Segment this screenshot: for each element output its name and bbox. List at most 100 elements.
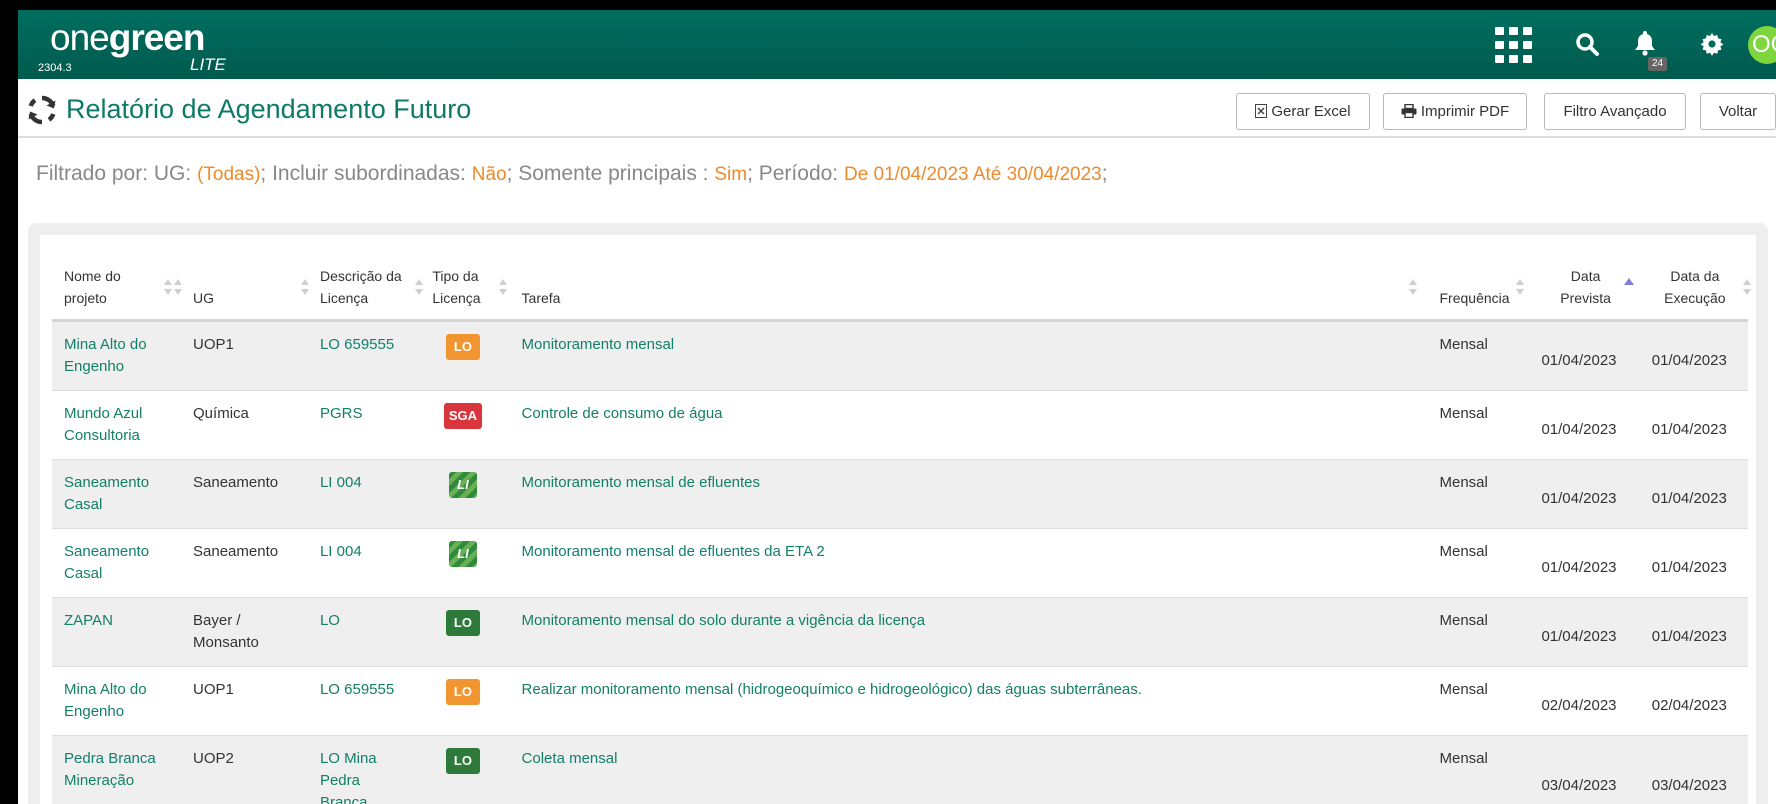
ug-cell: Saneamento [181, 459, 308, 529]
col-header-ug[interactable]: UG [174, 248, 308, 322]
ug-cell: Bayer / Monsanto [181, 597, 308, 667]
license-description-link[interactable]: LO Mina Pedra Branca [307, 735, 421, 804]
task-link[interactable]: Monitoramento mensal de efluentes da ETA… [503, 528, 1428, 598]
col-label-data-prevista: Data Prevista [1560, 267, 1611, 306]
advanced-filter-button[interactable]: Filtro Avançado [1544, 93, 1686, 130]
table-body: Mina Alto do Engenho UOP1 LO 659555 LO Monit… [52, 320, 1748, 804]
filter-end: ; [1101, 162, 1108, 185]
col-label-projeto: Nome do projeto [64, 267, 121, 306]
table-row: Mina Alto do Engenho UOP1 LO 659555 LO Reali… [52, 666, 1748, 736]
table-row: ZAPAN Bayer / Monsanto LO LO Monitoramento m… [52, 597, 1748, 667]
export-excel-button[interactable]: Gerar Excel [1236, 93, 1370, 130]
table-row: Mina Alto do Engenho UOP1 LO 659555 LO Monit… [52, 320, 1748, 391]
execution-date-cell: 01/04/2023 [1639, 320, 1748, 391]
planned-date-cell: 01/04/2023 [1529, 597, 1640, 667]
export-excel-label: Gerar Excel [1271, 103, 1351, 120]
frequency-cell: Mensal [1427, 459, 1530, 529]
license-description-link[interactable]: LO 659555 [307, 320, 421, 391]
task-link[interactable]: Monitoramento mensal [503, 320, 1428, 391]
task-link[interactable]: Coleta mensal [503, 735, 1428, 804]
task-link[interactable]: Monitoramento mensal de efluentes [503, 459, 1428, 529]
col-header-tarefa[interactable]: Tarefa [498, 248, 1428, 322]
project-name-link[interactable]: Saneamento Casal [52, 528, 182, 598]
license-type-cell: LO [420, 597, 504, 667]
project-name-link[interactable]: Pedra Branca Mineração [52, 735, 182, 804]
license-description-link[interactable]: LI 004 [307, 528, 421, 598]
col-label-data-execucao: Data da Execução [1664, 267, 1726, 306]
project-name-link[interactable]: Saneamento Casal [52, 459, 182, 529]
execution-date-cell: 01/04/2023 [1639, 597, 1748, 667]
license-type-cell: LO [420, 735, 504, 804]
execution-date-cell: 01/04/2023 [1639, 390, 1748, 460]
sort-both-icon [498, 279, 507, 295]
sort-ascending-icon [1623, 278, 1634, 285]
apps-grid-icon[interactable] [1495, 27, 1533, 65]
frequency-cell: Mensal [1427, 390, 1530, 460]
col-label-tarefa: Tarefa [521, 289, 561, 306]
bell-icon[interactable]: 24 [1632, 29, 1668, 71]
table-header-row: Nome do projeto UG Descrição da Licença … [52, 248, 1751, 322]
sort-both-icon [1743, 279, 1751, 295]
col-header-frequencia[interactable]: Frequência [1408, 248, 1530, 322]
table-row: Saneamento Casal Saneamento LI 004 LI Monito… [52, 528, 1748, 598]
license-type-badge: SGA [443, 402, 483, 429]
refresh-icon[interactable] [26, 94, 58, 126]
license-type-badge: LO [445, 747, 480, 774]
planned-date-cell: 01/04/2023 [1529, 320, 1640, 391]
col-header-data-prevista[interactable]: Data Prevista [1516, 248, 1640, 322]
back-button[interactable]: Voltar [1700, 93, 1776, 130]
ug-cell: UOP1 [181, 666, 308, 736]
filter-sep-1: ; Incluir subordinadas: [260, 162, 472, 185]
col-label-tipo: Tipo da Licença [432, 267, 481, 306]
search-icon[interactable] [1575, 32, 1601, 58]
ug-cell: Saneamento [181, 528, 308, 598]
ug-cell: UOP2 [181, 735, 308, 804]
execution-date-cell: 01/04/2023 [1639, 528, 1748, 598]
user-avatar[interactable]: OG [1748, 26, 1776, 64]
sort-both-icon [300, 279, 309, 295]
project-name-link[interactable]: Mina Alto do Engenho [52, 320, 182, 391]
col-header-tipo[interactable]: Tipo da Licença [415, 248, 504, 322]
frequency-cell: Mensal [1427, 597, 1530, 667]
project-name-link[interactable]: Mundo Azul Consultoria [52, 390, 182, 460]
col-label-descricao: Descrição da Licença [319, 267, 402, 306]
table-row: Pedra Branca Mineração UOP2 LO Mina Pedra … [52, 735, 1748, 804]
license-description-link[interactable]: LO [307, 597, 421, 667]
table-row: Mundo Azul Consultoria Química PGRS SGA Cont… [52, 390, 1748, 460]
col-header-projeto[interactable]: Nome do projeto [52, 248, 182, 322]
report-table: Nome do projeto UG Descrição da Licença … [52, 248, 1751, 804]
col-header-descricao[interactable]: Descrição da Licença [300, 248, 421, 322]
print-pdf-label: Imprimir PDF [1420, 103, 1510, 120]
license-description-link[interactable]: LO 659555 [307, 666, 421, 736]
notification-badge: 24 [1648, 57, 1668, 71]
col-header-data-execucao[interactable]: Data da Execução [1639, 248, 1751, 322]
table-row: Saneamento Casal Saneamento LI 004 LI Monito… [52, 459, 1748, 529]
logo-lite-text: LITE [190, 55, 226, 74]
license-type-badge: LO [445, 678, 480, 705]
print-pdf-button[interactable]: Imprimir PDF [1383, 93, 1527, 130]
frequency-cell: Mensal [1427, 735, 1530, 804]
execution-date-cell: 01/04/2023 [1639, 459, 1748, 529]
task-link[interactable]: Monitoramento mensal do solo durante a v… [503, 597, 1428, 667]
filter-subordinadas-value: Não [471, 164, 507, 185]
filter-ug-value: (Todas) [197, 164, 261, 185]
project-name-link[interactable]: ZAPAN [52, 597, 182, 667]
frequency-cell: Mensal [1427, 320, 1530, 391]
logo-one-text: one [50, 17, 110, 58]
planned-date-cell: 01/04/2023 [1529, 459, 1640, 529]
filter-prefix: Filtrado por: UG: [36, 162, 198, 185]
planned-date-cell: 01/04/2023 [1529, 390, 1640, 460]
license-description-link[interactable]: PGRS [307, 390, 421, 460]
task-link[interactable]: Realizar monitoramento mensal (hidrogeoq… [503, 666, 1428, 736]
onegreen-logo[interactable]: onegreen LITE [50, 17, 240, 75]
gear-icon[interactable] [1700, 32, 1724, 56]
project-name-link[interactable]: Mina Alto do Engenho [52, 666, 182, 736]
sort-both-icon [415, 279, 424, 295]
sort-both-icon [174, 279, 183, 295]
col-label-ug: UG [193, 289, 215, 306]
license-description-link[interactable]: LI 004 [307, 459, 421, 529]
filter-summary: Filtrado por: UG: (Todas); Incluir subor… [36, 162, 1108, 186]
task-link[interactable]: Controle de consumo de água [503, 390, 1428, 460]
license-type-badge: LO [445, 609, 480, 636]
planned-date-cell: 02/04/2023 [1529, 666, 1640, 736]
